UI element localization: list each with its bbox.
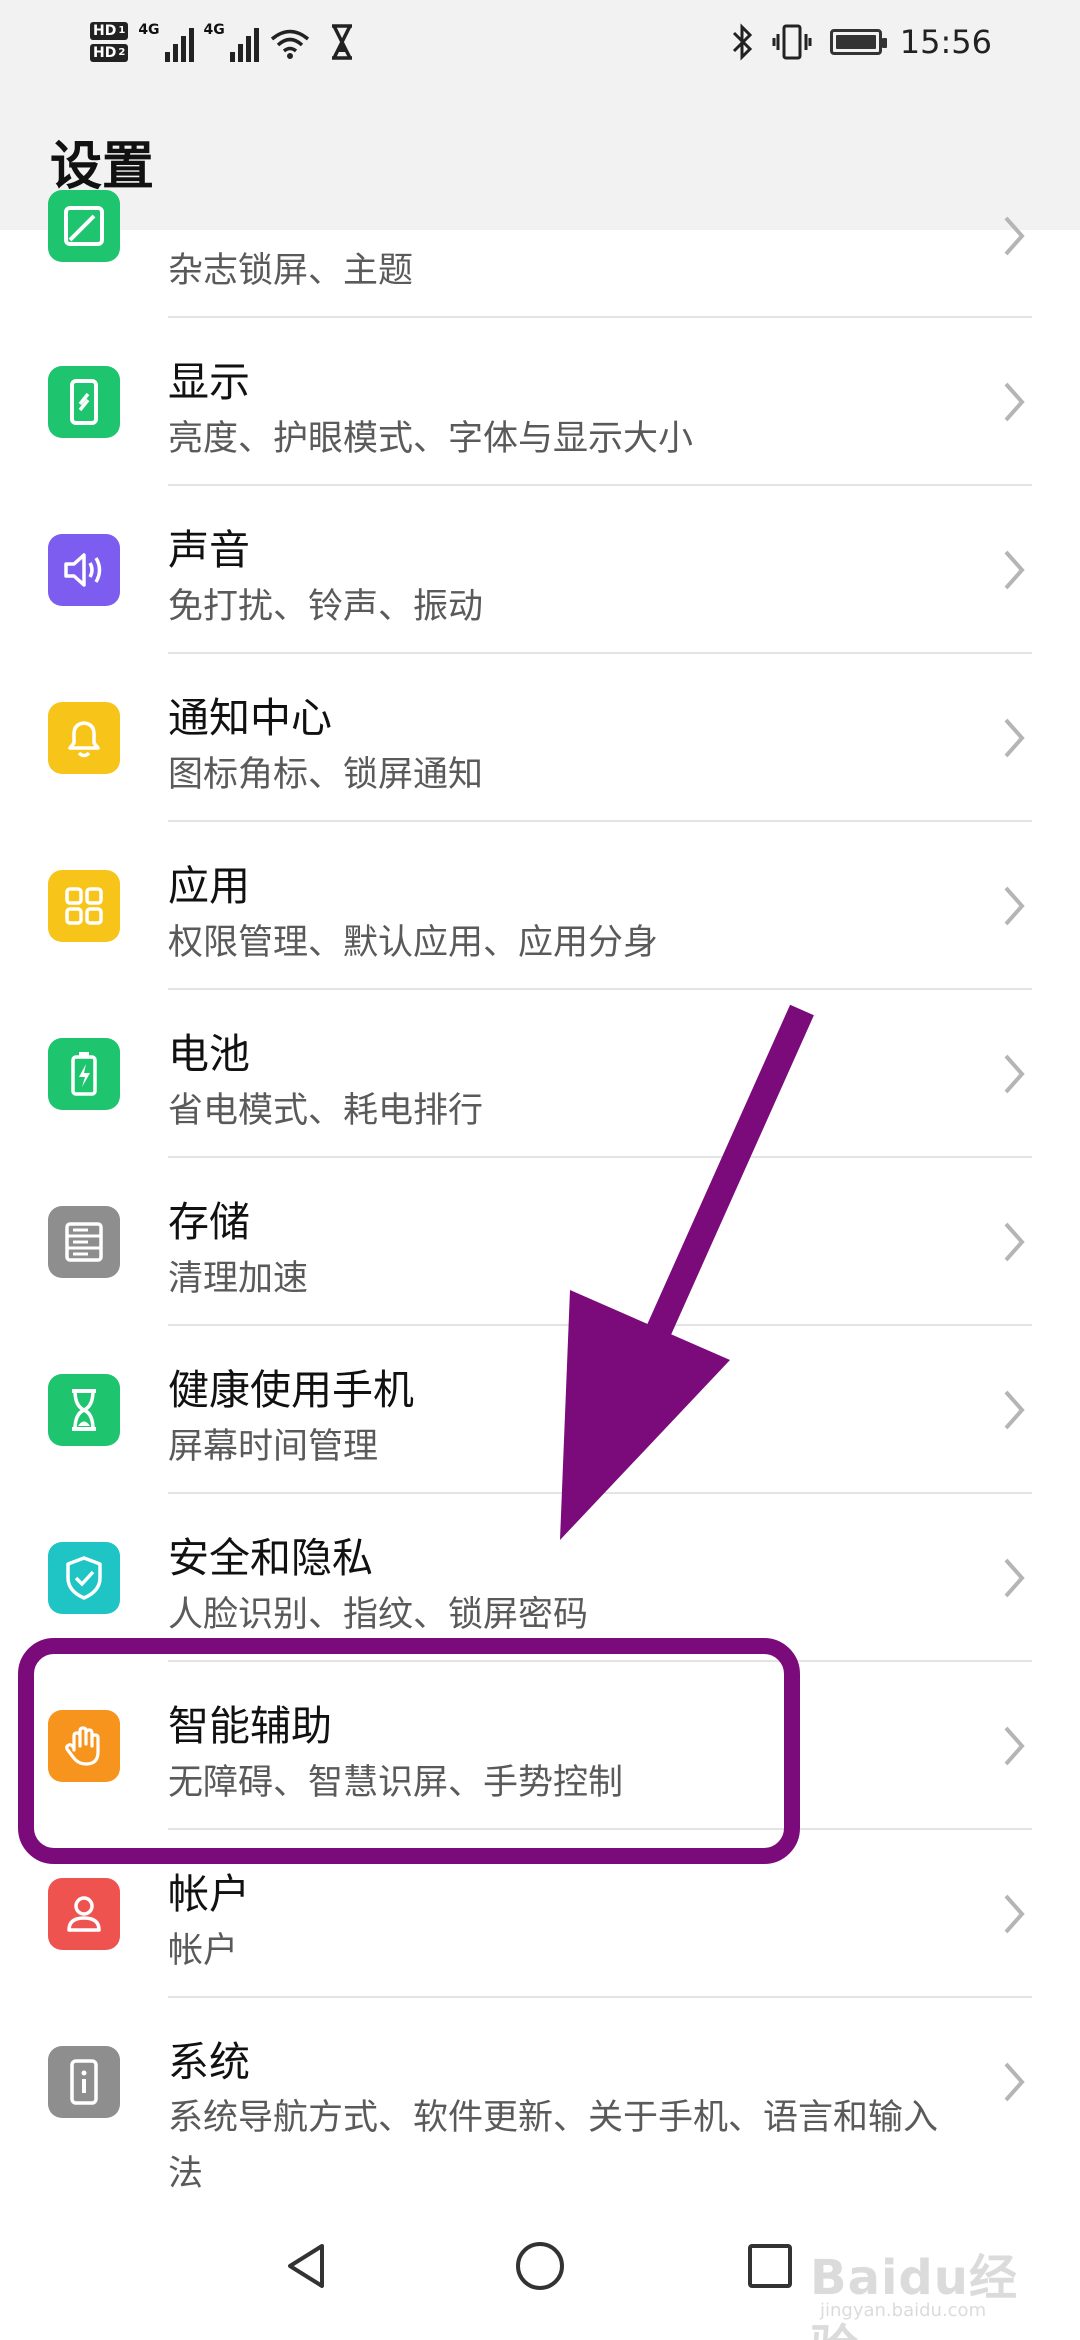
- chevron-right-icon: [1004, 1558, 1025, 1598]
- back-icon: [288, 2244, 324, 2288]
- settings-item-title: 应用: [168, 862, 250, 910]
- settings-item-title: 帐户: [168, 1870, 250, 1918]
- clock: 15:56: [899, 23, 992, 61]
- chevron-right-icon: [1004, 1390, 1025, 1430]
- chevron-right-icon: [1004, 1054, 1025, 1094]
- chevron-right-icon: [1004, 1222, 1025, 1262]
- app-header: 设置: [0, 82, 1080, 230]
- settings-item-subtitle: 省电模式、耗电排行: [168, 1091, 484, 1131]
- watermark-brand: Baidu经验: [810, 2250, 1018, 2340]
- chevron-right-icon: [1004, 382, 1025, 422]
- hourglass-status-icon: [331, 24, 352, 60]
- settings-item-subtitle: 亮度、护眼模式、字体与显示大小: [168, 419, 694, 459]
- settings-item-subtitle: 人脸识别、指纹、锁屏密码: [168, 1595, 589, 1635]
- home-icon: [516, 2242, 564, 2290]
- settings-item-title: 系统: [168, 2038, 250, 2086]
- settings-item-subtitle: 帐户: [168, 1931, 239, 1971]
- vibrate-icon: [772, 24, 812, 60]
- settings-item-title: 声音: [168, 526, 250, 574]
- settings-item-notifications[interactable]: 通知中心 图标角标、锁屏通知: [0, 654, 1080, 822]
- phone-info-icon: [48, 2046, 120, 2118]
- chevron-right-icon: [1004, 550, 1025, 590]
- wallpaper-icon: [48, 190, 120, 262]
- status-right: 15:56: [730, 14, 992, 70]
- sim1-label: HD: [93, 23, 117, 39]
- status-left: HD 1 HD 2 4G 4G: [90, 12, 363, 72]
- page-title: 设置: [50, 137, 155, 197]
- chevron-right-icon: [1004, 1726, 1025, 1766]
- status-bar: HD 1 HD 2 4G 4G 15:56: [0, 0, 1080, 82]
- settings-item-display[interactable]: 显示 亮度、护眼模式、字体与显示大小: [0, 318, 1080, 486]
- settings-item-subtitle: 杂志锁屏、主题: [168, 251, 414, 291]
- watermark-url: jingyan.baidu.com: [820, 2300, 987, 2321]
- apps-grid-icon: [48, 870, 120, 942]
- settings-item-subtitle: 清理加速: [168, 1259, 309, 1299]
- settings-item-theme[interactable]: 杂志锁屏、主题: [0, 190, 1080, 318]
- settings-item-system[interactable]: 系统 系统导航方式、软件更新、关于手机、语言和输入法: [0, 1998, 1080, 2216]
- settings-item-title: 存储: [168, 1198, 250, 1246]
- signal-2-icon: 4G: [204, 22, 259, 62]
- display-icon: [48, 366, 120, 438]
- sim2-hd-badge: HD 2: [90, 44, 129, 62]
- sim1-hd-badge: HD 1: [90, 22, 129, 40]
- settings-item-title: 安全和隐私: [168, 1534, 373, 1582]
- chevron-right-icon: [1004, 886, 1025, 926]
- baidu-watermark: Baidu经验 jingyan.baidu.com: [810, 2220, 1030, 2340]
- settings-item-sound[interactable]: 声音 免打扰、铃声、振动: [0, 486, 1080, 654]
- annotation-highlight-box: [18, 1638, 800, 1864]
- sim1-number: 1: [118, 25, 126, 36]
- chevron-right-icon: [1004, 718, 1025, 758]
- battery-icon: [829, 29, 887, 55]
- recents-icon: [748, 2244, 792, 2288]
- person-icon: [48, 1878, 120, 1950]
- home-button[interactable]: [500, 2226, 580, 2306]
- chevron-right-icon: [1004, 1894, 1025, 1934]
- sim2-label: HD: [93, 45, 117, 61]
- sim-indicators: HD 1 HD 2: [90, 22, 129, 62]
- shield-check-icon: [48, 1542, 120, 1614]
- settings-item-title: 通知中心: [168, 694, 332, 742]
- network-1-label: 4G: [138, 22, 160, 38]
- speaker-icon: [48, 534, 120, 606]
- bell-icon: [48, 702, 120, 774]
- bluetooth-icon: [732, 23, 752, 61]
- wifi-icon: [270, 29, 309, 59]
- chevron-right-icon: [1004, 2062, 1025, 2102]
- battery-charge-icon: [48, 1038, 120, 1110]
- storage-icon: [48, 1206, 120, 1278]
- settings-item-subtitle: 图标角标、锁屏通知: [168, 755, 484, 795]
- settings-item-subtitle: 权限管理、默认应用、应用分身: [168, 923, 659, 963]
- settings-item-title: 电池: [168, 1030, 250, 1078]
- chevron-right-icon: [1004, 216, 1025, 256]
- back-button[interactable]: [268, 2226, 348, 2306]
- settings-item-subtitle: 免打扰、铃声、振动: [168, 587, 484, 627]
- sim2-number: 2: [118, 47, 126, 58]
- annotation-arrow-icon: [560, 1004, 814, 1540]
- settings-item-apps[interactable]: 应用 权限管理、默认应用、应用分身: [0, 822, 1080, 990]
- hourglass-icon: [48, 1374, 120, 1446]
- signal-1-icon: 4G: [138, 22, 194, 62]
- network-2-label: 4G: [203, 22, 225, 38]
- settings-item-subtitle: 系统导航方式、软件更新、关于手机、语言和输入法: [168, 2098, 939, 2194]
- settings-item-subtitle: 屏幕时间管理: [168, 1427, 379, 1467]
- settings-item-title: 显示: [168, 358, 250, 406]
- settings-item-title: 健康使用手机: [168, 1366, 414, 1414]
- recents-button[interactable]: [730, 2226, 810, 2306]
